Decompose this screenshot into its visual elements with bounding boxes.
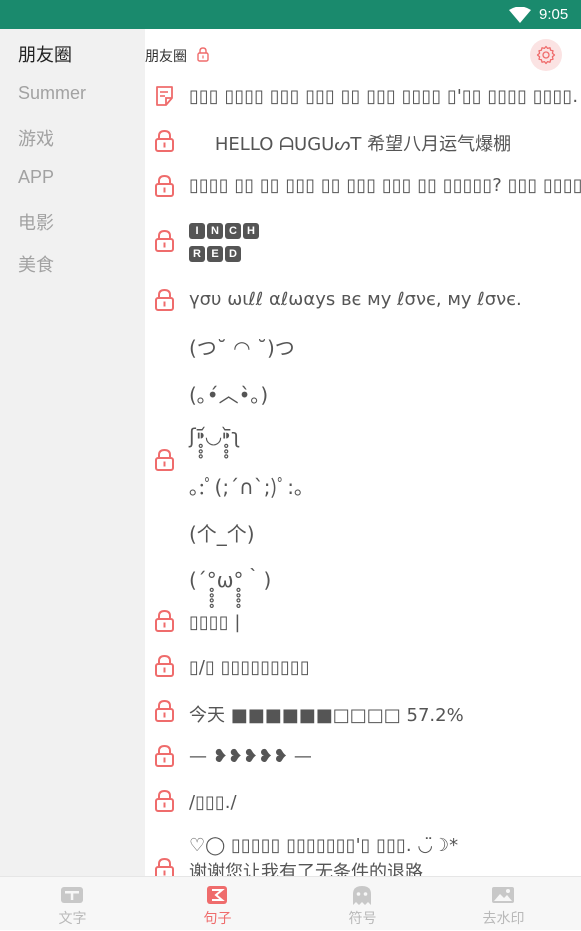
header-title: 朋友圈 <box>145 49 187 65</box>
nav-tab-watermark[interactable]: 去水印 <box>431 877 576 931</box>
content-header: 朋友圈 <box>145 29 581 81</box>
sentence-icon <box>207 886 227 904</box>
lock-icon <box>155 288 174 311</box>
sentence-list[interactable]: ▯▯▯ ▯▯▯▯ ▯▯▯ ▯▯▯ ▯▯ ▯▯▯ ▯▯▯▯ ▯'▯▯ ▯▯▯▯ ▯… <box>145 81 581 876</box>
sentence-text: ♡◯ ▯▯▯▯▯ ▯▯▯▯▯▯▯'▯ ▯▯▯. ◡̈☽* <box>189 835 459 856</box>
letter-tile: N <box>207 223 223 239</box>
sidebar-item-moments[interactable]: 朋友圈 <box>18 41 72 67</box>
text-icon <box>61 887 83 903</box>
list-item[interactable]: ♡◯ ▯▯▯▯▯ ▯▯▯▯▯▯▯'▯ ▯▯▯. ◡̈☽* 谢谢您让我有了无条件的… <box>145 831 581 876</box>
lock-icon <box>155 744 174 767</box>
list-item[interactable]: үσυ ωιℓℓ αℓωαуѕ вє му ℓσνє, му ℓσνє. <box>145 284 581 316</box>
letter-tile: R <box>189 246 205 262</box>
wifi-icon <box>509 7 531 23</box>
list-item[interactable]: HELLO ᗩUGUᔕT 希望八月运气爆棚 <box>145 125 581 157</box>
list-item[interactable]: ▯▯▯▯ | <box>145 607 581 639</box>
image-icon <box>492 887 514 903</box>
sentence-text: ▯▯▯▯ ▯▯ ▯▯ ▯▯▯ ▯▯ ▯▯▯ ▯▯▯ ▯▯ ▯▯▯▯▯? ▯▯▯ … <box>189 175 581 196</box>
gear-icon <box>536 45 556 65</box>
list-item[interactable]: — ❥❥❥❥❥ — <box>145 742 581 774</box>
sentence-text: /▯▯▯./ <box>189 792 237 813</box>
nav-label: 去水印 <box>482 911 525 927</box>
sidebar-item-app[interactable]: APP <box>18 167 54 188</box>
nav-label: 符号 <box>348 911 377 927</box>
status-time: 9:05 <box>539 6 569 23</box>
sentence-text: 今天 ■■■■■■□□□□ 57.2% <box>189 705 464 726</box>
list-item[interactable]: 今天 ■■■■■■□□□□ 57.2% <box>145 697 581 729</box>
sentence-text: үσυ ωιℓℓ αℓωαуѕ вє му ℓσνє, му ℓσνє. <box>189 289 522 310</box>
category-sidebar: 朋友圈 Summer 游戏 APP 电影 美食 <box>0 29 145 876</box>
sidebar-item-food[interactable]: 美食 <box>18 251 54 277</box>
sidebar-item-summer[interactable]: Summer <box>18 83 86 104</box>
sentence-text: ▯▯▯▯ | <box>189 612 241 633</box>
settings-button[interactable] <box>530 39 562 71</box>
nav-label: 句子 <box>203 911 232 927</box>
kaomoji-line: ｡:ﾟ(;´∩`;)ﾟ:｡ <box>189 475 304 499</box>
letter-tile: E <box>207 246 223 262</box>
lock-icon <box>155 229 174 252</box>
list-item[interactable]: /▯▯▯./ <box>145 787 581 819</box>
kaomoji-line: (｡•́︿•̀｡) <box>189 383 269 407</box>
kaomoji-line: (つ˘ ◠ ˘)つ <box>189 336 295 360</box>
ghost-icon <box>353 886 371 905</box>
nav-tab-symbol[interactable]: 符号 <box>290 877 435 931</box>
lock-icon <box>155 857 174 876</box>
sentence-text: 谢谢您让我有了无条件的退路 <box>189 862 423 876</box>
letter-tile: H <box>243 223 259 239</box>
nav-tab-sentence[interactable]: 句子 <box>145 877 290 931</box>
lock-icon <box>155 789 174 812</box>
lock-icon <box>197 47 209 62</box>
kaomoji-line: ʃ⁍̥̥̥᷄◟◞⁍̥̥̥᷅ʅ <box>189 424 241 448</box>
list-item[interactable]: I N C H R E D <box>145 215 581 267</box>
letter-tile: C <box>225 223 241 239</box>
list-item[interactable]: (つ˘ ◠ ˘)つ (｡•́︿•̀｡) ʃ⁍̥̥̥᷄◟◞⁍̥̥̥᷅ʅ ｡:ﾟ(;… <box>145 330 581 592</box>
letter-tiles: I N C H <box>189 223 259 239</box>
kaomoji-line: (个_个) <box>189 522 255 546</box>
sidebar-item-games[interactable]: 游戏 <box>18 125 54 151</box>
lock-icon <box>155 174 174 197</box>
status-bar: 9:05 <box>0 0 581 29</box>
sidebar-item-movies[interactable]: 电影 <box>18 209 54 235</box>
lock-icon <box>155 654 174 677</box>
lock-icon <box>155 609 174 632</box>
nav-label: 文字 <box>58 911 87 927</box>
sentence-text: ▯/▯ ▯▯▯▯▯▯▯▯▯ <box>189 657 310 678</box>
sentence-text: HELLO ᗩUGUᔕT 希望八月运气爆棚 <box>214 134 512 155</box>
lock-icon <box>155 448 174 471</box>
letter-tile: D <box>225 246 241 262</box>
list-item[interactable]: ▯▯▯▯ ▯▯ ▯▯ ▯▯▯ ▯▯ ▯▯▯ ▯▯▯ ▯▯ ▯▯▯▯▯? ▯▯▯ … <box>145 170 581 202</box>
list-item[interactable]: ▯/▯ ▯▯▯▯▯▯▯▯▯ <box>145 652 581 684</box>
kaomoji-line: (´°̥̥̥̥ω°̥̥̥̥｀) <box>189 568 272 592</box>
note-icon <box>156 86 173 106</box>
bottom-navigation: 文字 句子 符号 去水印 <box>0 876 581 930</box>
list-item[interactable]: ▯▯▯ ▯▯▯▯ ▯▯▯ ▯▯▯ ▯▯ ▯▯▯ ▯▯▯▯ ▯'▯▯ ▯▯▯▯ ▯… <box>145 81 581 111</box>
lock-icon <box>155 699 174 722</box>
nav-tab-text[interactable]: 文字 <box>0 877 145 931</box>
sentence-text: — ❥❥❥❥❥ — <box>189 746 312 767</box>
sentence-text: ▯▯▯ ▯▯▯▯ ▯▯▯ ▯▯▯ ▯▯ ▯▯▯ ▯▯▯▯ ▯'▯▯ ▯▯▯▯ ▯… <box>189 86 579 107</box>
letter-tile: I <box>189 223 205 239</box>
letter-tiles: R E D <box>189 246 241 262</box>
